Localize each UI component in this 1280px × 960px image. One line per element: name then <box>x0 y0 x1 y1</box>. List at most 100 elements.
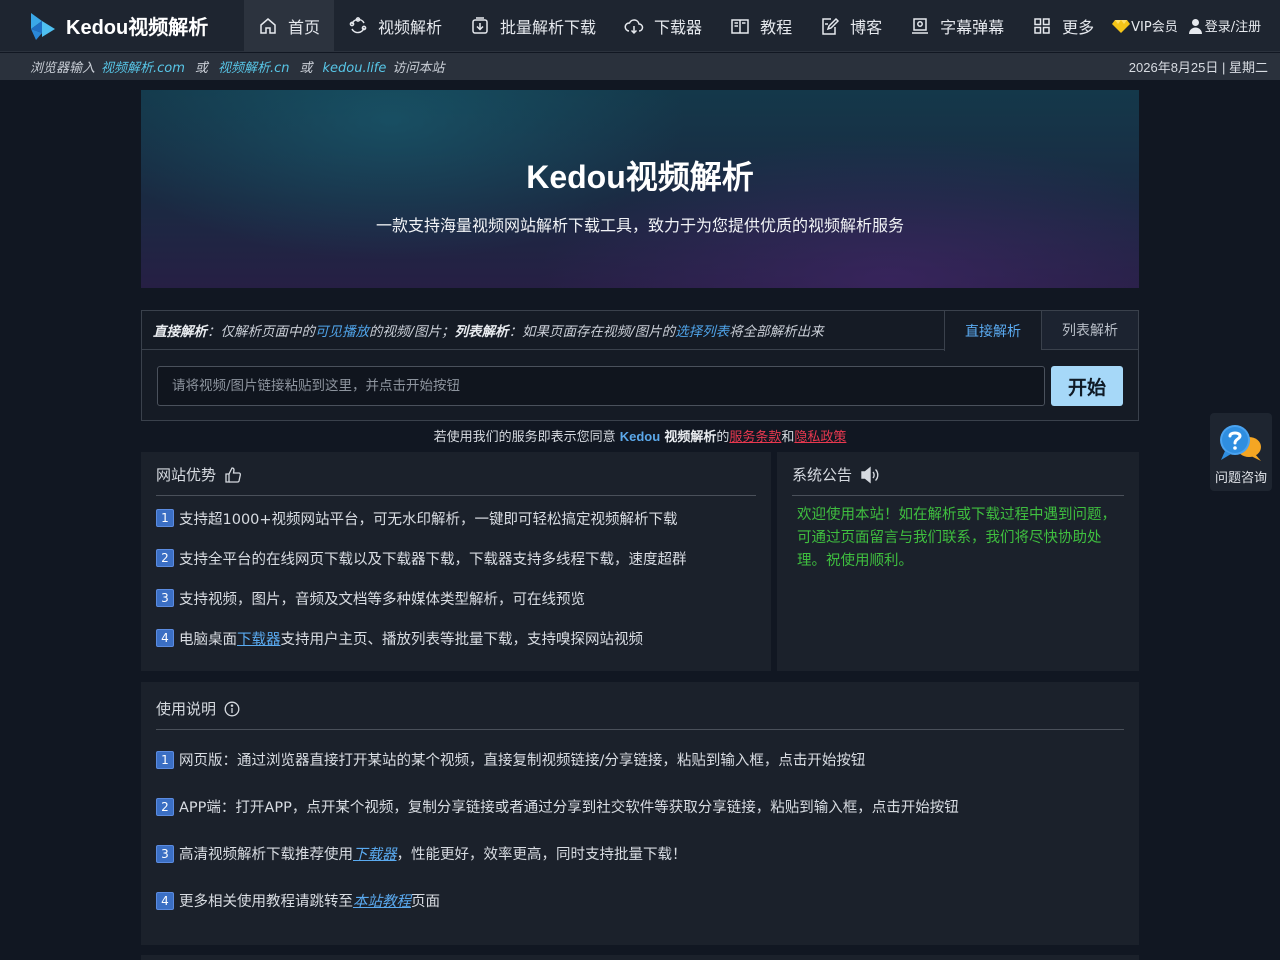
terms-of: 的 <box>716 430 730 445</box>
advantage-text: 支持全平台的在线网页下载以及下载器下载，下载器支持多线程下载，速度超群 <box>179 551 687 568</box>
usage-panel: 使用说明 1 网页版：通过浏览器直接打开某站的某个视频，直接复制视频链接/分享链… <box>141 682 1139 945</box>
domain-hint: 浏览器输入 视频解析.com 或视频解析.cn 或 kedou.life 访问本站 <box>30 57 444 76</box>
number-badge: 1 <box>156 509 174 527</box>
direct-parse-title: 直接解析 <box>153 324 207 340</box>
nav-item-more[interactable]: 更多 <box>1018 0 1108 52</box>
nav-label-more: 更多 <box>1062 17 1095 37</box>
desc-highlight: 可见播放 <box>315 324 369 340</box>
nav-item-video-parse[interactable]: 视频解析 <box>334 0 456 52</box>
advantage-text: 支持视频，图片，音频及文档等多种媒体类型解析，可在线预览 <box>179 591 585 608</box>
nav-item-blog[interactable]: 博客 <box>806 0 896 52</box>
advantage-text: 支持超1000+视频网站平台，可无水印解析，一键即可轻松搞定视频解析下载 <box>179 511 678 528</box>
terms-prefix: 若使用我们的服务即表示您同意 <box>433 430 616 445</box>
domain-hint-suffix: 访问本站 <box>392 61 445 76</box>
list-parse-title: 列表解析 <box>454 324 509 340</box>
cloud-download-icon <box>624 18 644 34</box>
desc-text: 的视频/图片； <box>369 324 455 340</box>
domain-link-cn[interactable]: 视频解析.cn <box>218 61 290 76</box>
number-badge: 3 <box>156 589 174 607</box>
nav-item-subtitles[interactable]: 字幕弹幕 <box>896 0 1018 52</box>
privacy-policy-link[interactable]: 隐私政策 <box>794 430 846 445</box>
brand[interactable]: Kedou视频解析 <box>0 0 244 52</box>
brand-name: Kedou视频解析 <box>66 17 209 39</box>
domain-link-com[interactable]: 视频解析.com <box>101 61 185 76</box>
advantage-item: 4 电脑桌面 下载器 支持用户主页、播放列表等批量下载，支持嗅探网站视频 <box>156 618 756 658</box>
nav-item-tutorial[interactable]: 教程 <box>716 0 806 52</box>
batch-download-icon <box>472 16 488 34</box>
usage-text: ，性能更好，效率更高，同时支持批量下载！ <box>396 847 687 863</box>
user-icon <box>1188 18 1202 34</box>
number-badge: 4 <box>156 629 174 647</box>
nav-item-batch-download[interactable]: 批量解析下载 <box>456 0 610 52</box>
url-input[interactable] <box>157 366 1045 406</box>
login-link[interactable]: 登录/注册 <box>1188 16 1261 35</box>
number-badge: 3 <box>156 844 174 863</box>
subtitle-icon <box>912 17 929 34</box>
desc-text: 将全部解析出来 <box>729 324 824 340</box>
advantage-text: 支持用户主页、播放列表等批量下载，支持嗅探网站视频 <box>280 631 644 648</box>
vip-label: VIP会员 <box>1131 20 1178 35</box>
announcement-panel: 系统公告 欢迎使用本站！如在解析或下载过程中遇到问题，可通过页面留言与我们联系，… <box>777 452 1139 671</box>
number-badge: 2 <box>156 549 174 567</box>
nav-label-tutorial: 教程 <box>760 17 793 37</box>
number-badge: 1 <box>156 750 174 769</box>
advantages-header: 网站优势 <box>156 464 756 496</box>
nav-item-home[interactable]: 首页 <box>244 0 335 52</box>
nav-label-batch-download: 批量解析下载 <box>500 17 597 37</box>
announcement-title: 系统公告 <box>792 466 853 484</box>
sync-icon <box>349 16 367 33</box>
hero-title: Kedou视频解析 <box>526 159 754 195</box>
help-consult-button[interactable]: 问题咨询 <box>1210 413 1272 491</box>
diamond-icon <box>1112 19 1131 33</box>
domain-link-life[interactable]: kedou.life <box>322 61 386 76</box>
usage-item: 3 高清视频解析下载推荐使用 下载器 ，性能更好，效率更高，同时支持批量下载！ <box>156 830 1124 877</box>
nav-item-downloader[interactable]: 下载器 <box>610 0 716 52</box>
usage-text: 网页版：通过浏览器直接打开某站的某个视频，直接复制视频链接/分享链接，粘贴到输入… <box>179 753 866 769</box>
grid-icon <box>1034 17 1050 34</box>
vip-link[interactable]: VIP会员 <box>1112 16 1178 35</box>
usage-text: 高清视频解析下载推荐使用 <box>179 847 353 863</box>
number-badge: 2 <box>156 797 174 816</box>
advantage-text: 电脑桌面 <box>179 631 237 648</box>
top-navbar: Kedou视频解析 首页 视频解析 批量解析下载 下载器 教程 博客 字幕弹幕 … <box>0 0 1280 52</box>
start-button[interactable]: 开始 <box>1051 366 1123 406</box>
downloader-link[interactable]: 下载器 <box>353 843 397 864</box>
desc-text: ：如果页面存在视频/图片的 <box>508 324 676 340</box>
usage-text: 页面 <box>411 894 440 910</box>
kedou-logo-icon <box>31 12 55 40</box>
parse-mode-description: 直接解析 ：仅解析页面中的 可见播放 的视频/图片； 列表解析 ：如果页面存在视频/图片的… <box>142 311 944 350</box>
advantage-item: 1 支持超1000+视频网站平台，可无水印解析，一键即可轻松搞定视频解析下载 <box>156 498 756 538</box>
terms-of-service-link[interactable]: 服务条款 <box>729 430 781 445</box>
advantages-panel: 网站优势 1 支持超1000+视频网站平台，可无水印解析，一键即可轻松搞定视频解… <box>141 452 771 671</box>
thumbs-up-icon <box>225 466 242 483</box>
downloader-link[interactable]: 下载器 <box>237 628 281 649</box>
current-date: 2026年8月25日 | 星期二 <box>1128 60 1268 75</box>
parse-panel: 直接解析 ：仅解析页面中的 可见播放 的视频/图片； 列表解析 ：如果页面存在视频/图片的… <box>141 310 1139 421</box>
terms-brand: Kedou <box>619 429 661 444</box>
advantage-item: 2 支持全平台的在线网页下载以及下载器下载，下载器支持多线程下载，速度超群 <box>156 538 756 578</box>
nav-label-subtitles: 字幕弹幕 <box>940 17 1005 37</box>
number-badge: 4 <box>156 891 174 910</box>
tab-list-parse[interactable]: 列表解析 <box>1041 311 1138 350</box>
domain-hint-prefix: 浏览器输入 <box>30 61 96 76</box>
terms-brand-suffix: 视频解析 <box>664 430 717 445</box>
nav-label-home: 首页 <box>288 17 321 37</box>
login-label: 登录/注册 <box>1204 20 1262 35</box>
terms-and: 和 <box>781 430 795 445</box>
advantages-title: 网站优势 <box>156 466 217 484</box>
nav-label-video-parse: 视频解析 <box>378 17 443 37</box>
tutorial-link[interactable]: 本站教程 <box>353 890 411 911</box>
usage-text: APP端：打开APP，点开某个视频，复制分享链接或者通过分享到社交软件等获取分享… <box>179 800 959 816</box>
usage-item: 2 APP端：打开APP，点开某个视频，复制分享链接或者通过分享到社交软件等获取… <box>156 783 1124 830</box>
usage-header: 使用说明 <box>156 698 1124 730</box>
info-icon <box>224 701 240 716</box>
tab-direct-parse[interactable]: 直接解析 <box>944 311 1041 351</box>
home-icon <box>260 17 276 34</box>
speaker-icon <box>861 466 879 483</box>
next-panel-edge <box>141 955 1139 960</box>
or-text: 或 <box>299 61 313 76</box>
usage-item: 4 更多相关使用教程请跳转至 本站教程 页面 <box>156 877 1124 924</box>
announcement-text: 欢迎使用本站！如在解析或下载过程中遇到问题，可通过页面留言与我们联系，我们将尽快… <box>797 507 1116 569</box>
hero-banner: Kedou视频解析 一款支持海量视频网站解析下载工具，致力于为您提供优质的视频解… <box>141 90 1139 288</box>
nav-label-downloader: 下载器 <box>654 17 703 37</box>
